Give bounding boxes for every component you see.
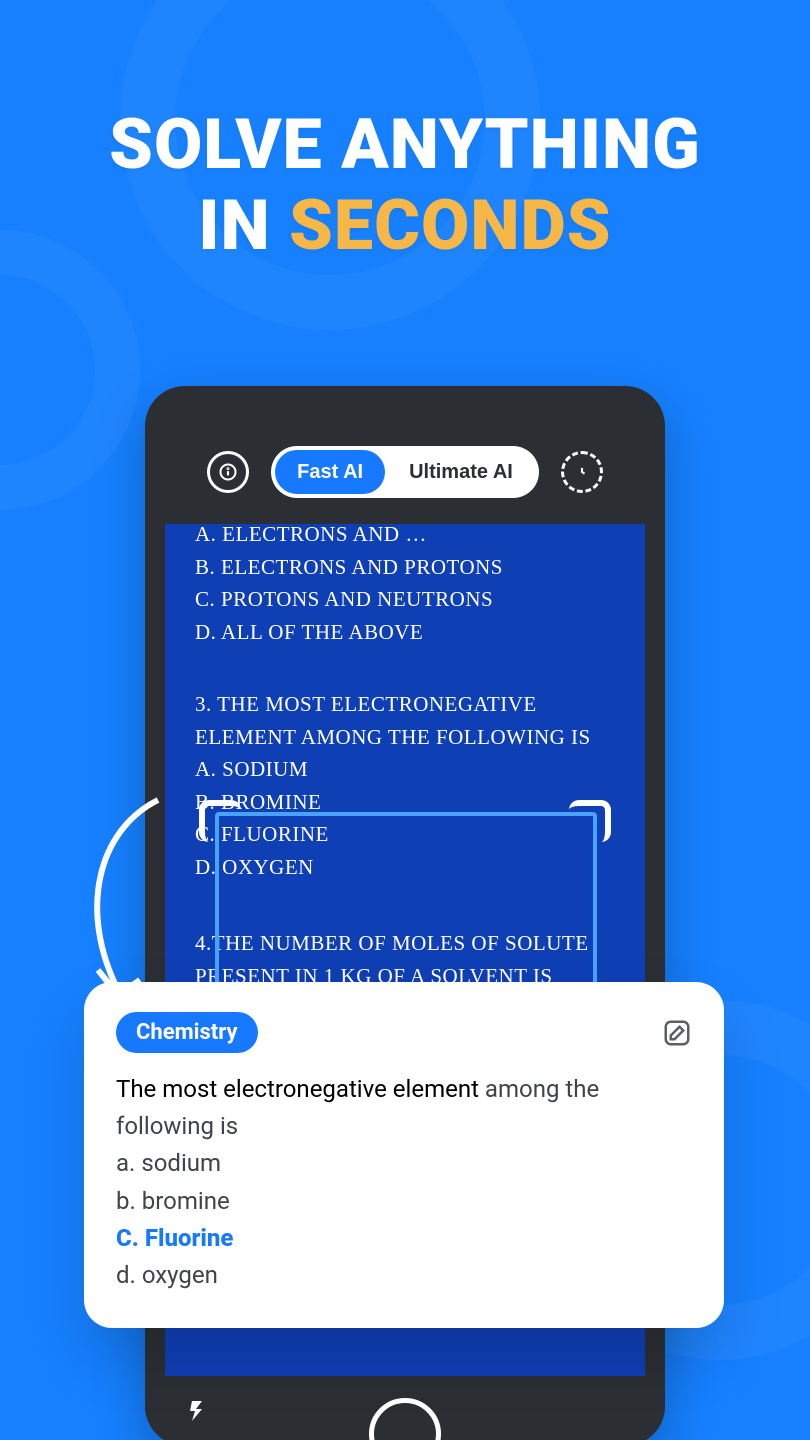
q3-title-l2: ELEMENT AMONG THE FOLLOWING IS (195, 721, 615, 754)
answer-option-c-correct: C. Fluorine (116, 1220, 692, 1257)
q3-opt-a: A. SODIUM (195, 753, 615, 786)
answer-option-d: d. oxygen (116, 1257, 692, 1294)
camera-bar (145, 1376, 665, 1440)
shutter-button[interactable] (369, 1398, 441, 1440)
ultimate-ai-tab[interactable]: Ultimate AI (387, 450, 535, 494)
clock-icon (572, 462, 592, 482)
headline-line1: SOLVE ANYTHING (109, 104, 701, 186)
headline-line2a: IN (198, 185, 289, 267)
info-icon (218, 462, 238, 482)
answer-card-body: The most electronegative element among t… (116, 1071, 692, 1294)
headline-accent: SECONDS (289, 185, 612, 267)
q2-opt-c: C. PROTONS AND NEUTRONS (195, 583, 615, 616)
ai-mode-segmented: Fast AI Ultimate AI (271, 446, 539, 498)
bg-decoration (0, 230, 140, 510)
q3-title-l1: 3. THE MOST ELECTRONEGATIVE (195, 688, 615, 721)
answer-option-b: b. bromine (116, 1183, 692, 1220)
q2-opt-b: B. ELECTRONS AND PROTONS (195, 551, 615, 584)
answer-card: Chemistry The most electronegative eleme… (84, 982, 724, 1328)
question-text: The most electronegative element among t… (116, 1075, 599, 1140)
history-button[interactable] (561, 451, 603, 493)
q2-opt-a: A. ELECTRONS AND … (195, 524, 615, 551)
phone-topbar: Fast AI Ultimate AI (145, 446, 665, 498)
answer-option-a: a. sodium (116, 1145, 692, 1182)
fast-ai-tab[interactable]: Fast AI (275, 450, 385, 494)
question-strong: The most electronegative element (116, 1075, 479, 1103)
flash-icon[interactable] (185, 1399, 209, 1423)
info-button[interactable] (207, 451, 249, 493)
q2-opt-d: D. ALL OF THE ABOVE (195, 616, 615, 649)
edit-icon[interactable] (662, 1018, 692, 1048)
subject-chip: Chemistry (116, 1012, 258, 1053)
marketing-headline: SOLVE ANYTHING IN SECONDS (0, 105, 810, 266)
app-store-screenshot: SOLVE ANYTHING IN SECONDS Fast AI Ultima… (0, 0, 810, 1440)
answer-card-header: Chemistry (116, 1012, 692, 1053)
